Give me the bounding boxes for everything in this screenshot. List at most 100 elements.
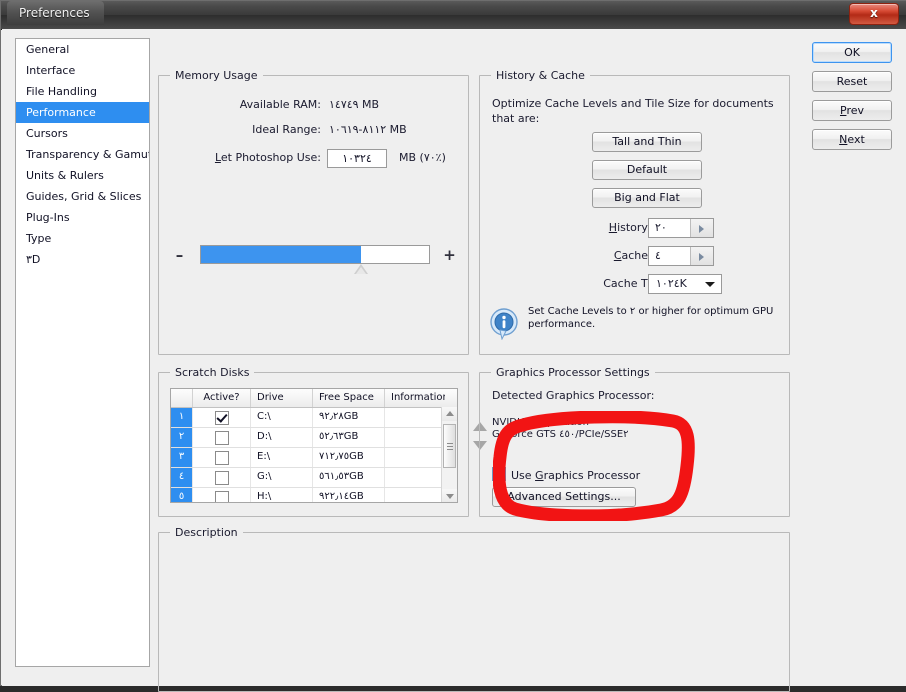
advanced-settings-button[interactable]: Advanced Settings...	[492, 487, 636, 507]
sidebar-item-type[interactable]: Type	[16, 228, 149, 249]
prev-button-label: rev	[846, 104, 864, 117]
tall-and-thin-button[interactable]: Tall and Thin	[592, 132, 702, 152]
slider-decrease-icon[interactable]: –	[173, 248, 186, 263]
gpu-vendor-text: NVIDIA Corporation	[492, 417, 590, 428]
sidebar-item-cursors[interactable]: Cursors	[16, 123, 149, 144]
graphics-processor-legend: Graphics Processor Settings	[491, 366, 655, 379]
cache-levels-spinner[interactable]: ٤	[648, 246, 714, 266]
cache-info-text: Set Cache Levels to ٢ or higher for opti…	[528, 306, 774, 330]
history-states-stepper-icon[interactable]	[690, 219, 713, 237]
active-checkbox[interactable]	[214, 491, 229, 502]
cache-tile-size-combo[interactable]: ١٠٢٤K	[648, 274, 722, 294]
cache-levels-value: ٤	[655, 249, 661, 262]
description-group: Description	[158, 526, 790, 692]
row-drive: G:\	[251, 468, 313, 487]
sidebar-item-interface[interactable]: Interface	[16, 60, 149, 81]
info-icon	[490, 308, 520, 341]
row-drive: H:\	[251, 488, 313, 502]
slider-fill	[201, 246, 361, 263]
window-title: Preferences	[7, 1, 104, 25]
table-header-row: Active? Drive Free Space Information	[171, 389, 457, 408]
row-index: ٥	[171, 488, 193, 502]
table-row[interactable]: ٢ D:\ ٥٢٫٦٣GB	[171, 428, 457, 448]
row-active-cell[interactable]	[193, 448, 251, 467]
memory-usage-legend: Memory Usage	[170, 69, 263, 82]
row-active-cell[interactable]	[193, 408, 251, 427]
scrollbar-thumb[interactable]	[443, 424, 456, 468]
memory-units-suffix: MB (٧٠٪)	[399, 151, 446, 164]
gpu-model-text: GeForce GTS ٤٥٠/PCIe/SSE٢	[492, 429, 629, 440]
use-gpu-label-rest: raphics Processor	[543, 469, 641, 482]
scratch-disks-group: Scratch Disks Active? Drive Free Space I…	[158, 366, 487, 517]
use-graphics-processor-row[interactable]: Use Graphics Processor	[492, 467, 640, 483]
next-button[interactable]: Next	[812, 129, 892, 150]
active-checkbox[interactable]	[214, 451, 229, 465]
row-free-space: ٩٢٢٫١٤GB	[313, 488, 385, 502]
scroll-down-icon[interactable]	[442, 489, 457, 502]
row-free-space: ٥٦١٫٥٣GB	[313, 468, 385, 487]
active-checkbox[interactable]	[214, 431, 229, 445]
ok-button[interactable]: OK	[812, 42, 892, 63]
table-row[interactable]: ٥ H:\ ٩٢٢٫١٤GB	[171, 488, 457, 502]
sidebar-item-units-rulers[interactable]: Units & Rulers	[16, 165, 149, 186]
row-active-cell[interactable]	[193, 468, 251, 487]
row-drive: E:\	[251, 448, 313, 467]
row-information	[385, 488, 445, 502]
prev-button[interactable]: Prev	[812, 100, 892, 121]
close-icon[interactable]: x	[849, 3, 899, 25]
slider-increase-icon[interactable]: +	[443, 248, 456, 263]
sidebar-item-3d[interactable]: ٣D	[16, 249, 149, 270]
table-header-drive: Drive	[251, 389, 313, 407]
slider-thumb[interactable]	[354, 264, 368, 274]
row-index: ٢	[171, 428, 193, 447]
let-photoshop-use-label-text: et Photoshop Use:	[220, 151, 321, 164]
row-information	[385, 408, 445, 427]
scroll-up-icon[interactable]	[442, 407, 457, 421]
row-information	[385, 428, 445, 447]
table-header-free-space: Free Space	[313, 389, 385, 407]
active-checkbox[interactable]	[214, 471, 229, 485]
row-active-cell[interactable]	[193, 428, 251, 447]
memory-usage-group: Memory Usage Available RAM: ١٤٧٤٩ MB Ide…	[158, 69, 469, 355]
graphics-processor-group: Graphics Processor Settings Detected Gra…	[479, 366, 790, 517]
chevron-down-icon[interactable]	[705, 282, 715, 287]
default-button[interactable]: Default	[592, 160, 702, 180]
table-row[interactable]: ٣ E:\ ٧١٢٫٧٥GB	[171, 448, 457, 468]
slider-track[interactable]	[200, 245, 430, 264]
scratch-disks-legend: Scratch Disks	[170, 366, 255, 379]
sidebar-item-file-handling[interactable]: File Handling	[16, 81, 149, 102]
table-scrollbar[interactable]	[441, 407, 457, 502]
next-button-label: ext	[847, 133, 865, 146]
ideal-range-value: ٨١١٢-١٠٦١٩ MB	[329, 123, 407, 136]
dialog-client-area: General Interface File Handling Performa…	[2, 29, 906, 692]
sidebar-item-transparency-gamut[interactable]: Transparency & Gamut	[16, 144, 149, 165]
history-states-spinner[interactable]: ٢٠	[648, 218, 714, 238]
row-drive: C:\	[251, 408, 313, 427]
cache-tile-size-value: ١٠٢٤K	[656, 277, 687, 290]
table-header-active: Active?	[193, 389, 251, 407]
row-information	[385, 448, 445, 467]
table-row[interactable]: ١ C:\ ٩٢٫٢٨GB	[171, 408, 457, 428]
row-information	[385, 468, 445, 487]
sidebar-item-plug-ins[interactable]: Plug-Ins	[16, 207, 149, 228]
scratch-disks-table[interactable]: Active? Drive Free Space Information ١ C…	[170, 388, 458, 503]
table-row[interactable]: ٤ G:\ ٥٦١٫٥٣GB	[171, 468, 457, 488]
cache-levels-stepper-icon[interactable]	[690, 247, 713, 265]
reset-button[interactable]: Reset	[812, 71, 892, 92]
memory-slider[interactable]: – +	[173, 242, 456, 276]
sidebar-item-guides-grid-slices[interactable]: Guides, Grid & Slices	[16, 186, 149, 207]
sidebar-item-performance[interactable]: Performance	[16, 102, 149, 123]
use-graphics-processor-checkbox[interactable]	[492, 467, 506, 481]
active-checkbox[interactable]	[214, 411, 229, 425]
big-and-flat-button[interactable]: Big and Flat	[592, 188, 702, 208]
row-active-cell[interactable]	[193, 488, 251, 502]
description-legend: Description	[170, 526, 243, 539]
row-index: ٣	[171, 448, 193, 467]
history-cache-legend: History & Cache	[491, 69, 590, 82]
preferences-category-list[interactable]: General Interface File Handling Performa…	[15, 38, 150, 667]
sidebar-item-general[interactable]: General	[16, 39, 149, 60]
history-states-value: ٢٠	[655, 221, 667, 234]
table-header-index	[171, 389, 193, 407]
let-photoshop-use-input[interactable]	[327, 149, 387, 168]
optimize-cache-text: Optimize Cache Levels and Tile Size for …	[492, 97, 774, 125]
